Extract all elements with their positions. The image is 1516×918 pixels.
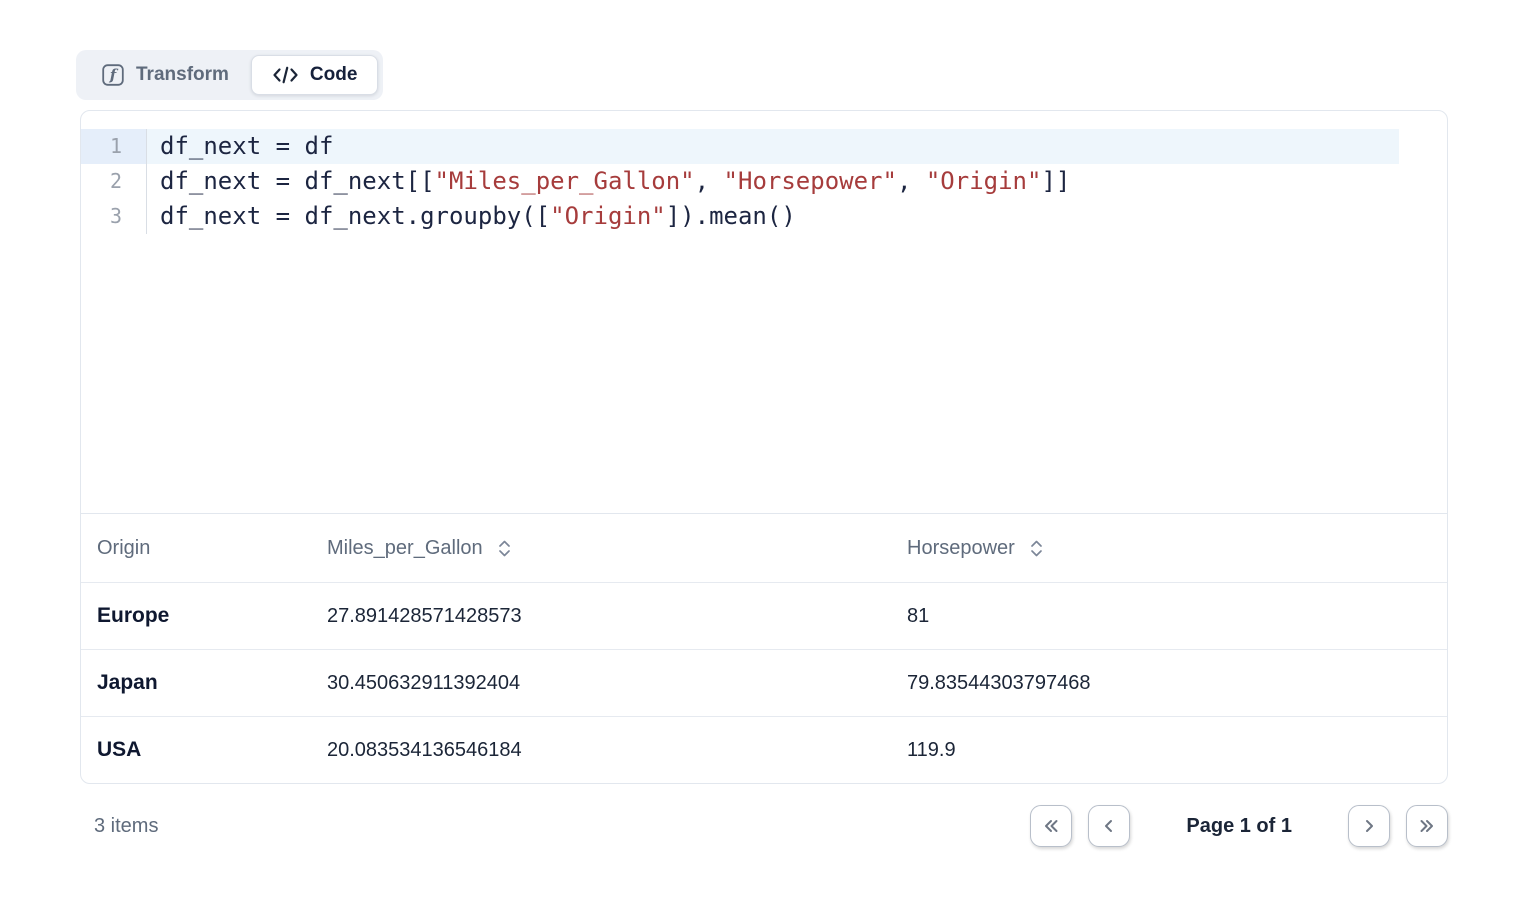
- cell-horsepower: 119.9: [907, 739, 1447, 762]
- table-row: USA 20.083534136546184 119.9: [81, 716, 1447, 783]
- double-chevron-right-icon: [1417, 816, 1437, 836]
- code-line[interactable]: 3 df_next = df_next.groupby(["Origin"]).…: [81, 199, 1447, 234]
- code-editor[interactable]: 1 df_next = df 2 df_next = df_next[["Mil…: [81, 111, 1447, 513]
- next-page-button[interactable]: [1348, 805, 1390, 847]
- chevron-right-icon: [1359, 816, 1379, 836]
- line-number: 3: [81, 199, 147, 234]
- sort-icon[interactable]: [497, 539, 512, 558]
- cell-miles-per-gallon: 20.083534136546184: [327, 739, 907, 762]
- pagination: Page 1 of 1: [1030, 805, 1448, 847]
- sort-control-horsepower[interactable]: Horsepower: [907, 537, 1447, 560]
- cell-miles-per-gallon: 27.891428571428573: [327, 605, 907, 628]
- tab-transform[interactable]: f Transform: [81, 55, 249, 95]
- code-line-content[interactable]: df_next = df_next[["Miles_per_Gallon", "…: [147, 164, 1447, 199]
- transform-code-view: f Transform Code 1 df_next = df: [0, 0, 1516, 918]
- code-line-content[interactable]: df_next = df_next.groupby(["Origin"]).me…: [147, 199, 1447, 234]
- line-number: 2: [81, 164, 147, 199]
- code-and-results-panel: 1 df_next = df 2 df_next = df_next[["Mil…: [80, 110, 1448, 784]
- double-chevron-left-icon: [1041, 816, 1061, 836]
- code-line[interactable]: 2 df_next = df_next[["Miles_per_Gallon",…: [81, 164, 1447, 199]
- code-line[interactable]: 1 df_next = df: [81, 129, 1447, 164]
- cell-origin: Japan: [81, 671, 327, 695]
- tab-transform-label: Transform: [136, 64, 229, 86]
- cell-miles-per-gallon: 30.450632911392404: [327, 672, 907, 695]
- last-page-button[interactable]: [1406, 805, 1448, 847]
- table-header-row: Origin Miles_per_Gallon Horsepower: [81, 513, 1447, 582]
- page-indicator: Page 1 of 1: [1186, 815, 1292, 838]
- line-number: 1: [81, 129, 147, 164]
- table-footer: 3 items Page 1 of 1: [78, 790, 1448, 862]
- table-row: Japan 30.450632911392404 79.835443037974…: [81, 649, 1447, 716]
- cell-horsepower: 81: [907, 605, 1447, 628]
- first-page-button[interactable]: [1030, 805, 1072, 847]
- table-row: Europe 27.891428571428573 81: [81, 582, 1447, 649]
- tab-code[interactable]: Code: [251, 55, 379, 95]
- tab-code-label: Code: [310, 64, 358, 86]
- view-mode-tabs: f Transform Code: [76, 50, 383, 100]
- sort-control-miles-per-gallon[interactable]: Miles_per_Gallon: [327, 537, 907, 560]
- code-brackets-icon: [272, 65, 299, 85]
- chevron-left-icon: [1099, 816, 1119, 836]
- column-header-miles-per-gallon: Miles_per_Gallon: [327, 537, 907, 560]
- items-count: 3 items: [94, 815, 158, 838]
- svg-text:f: f: [109, 66, 119, 84]
- column-header-origin: Origin: [81, 537, 327, 560]
- cell-horsepower: 79.83544303797468: [907, 672, 1447, 695]
- column-header-horsepower: Horsepower: [907, 537, 1447, 560]
- sort-icon[interactable]: [1029, 539, 1044, 558]
- cell-origin: USA: [81, 738, 327, 762]
- cell-origin: Europe: [81, 604, 327, 628]
- code-line-content[interactable]: df_next = df: [147, 129, 1399, 164]
- function-icon: f: [101, 63, 125, 87]
- previous-page-button[interactable]: [1088, 805, 1130, 847]
